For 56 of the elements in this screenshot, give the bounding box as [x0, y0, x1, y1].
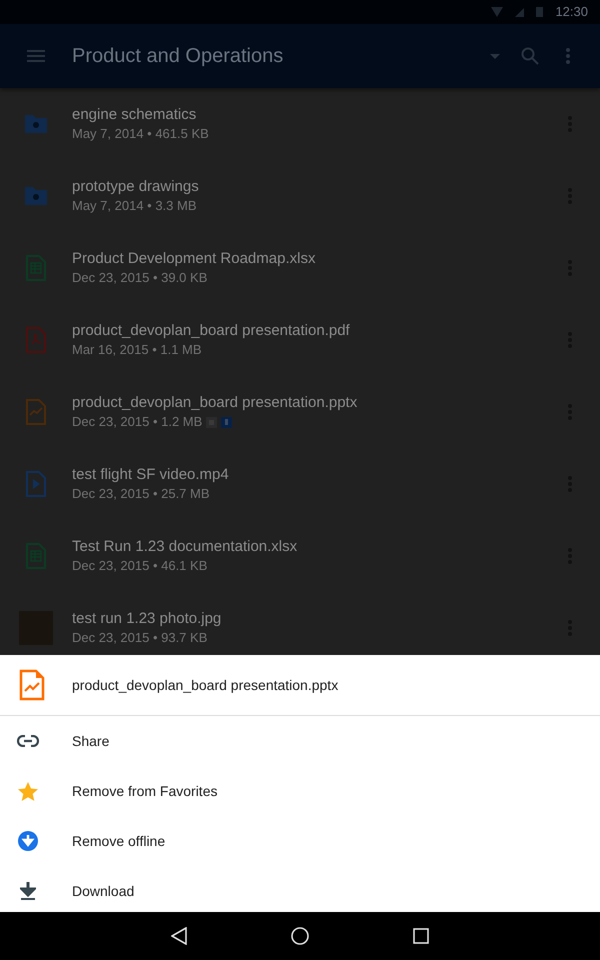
battery-icon [536, 7, 544, 17]
spreadsheet-icon [25, 543, 47, 569]
download-icon [20, 882, 36, 900]
file-name: prototype drawings [72, 177, 200, 197]
file-name: test run 1.23 photo.jpg [72, 609, 222, 629]
file-name: Test Run 1.23 documentation.xlsx [72, 537, 298, 557]
sheet-action[interactable]: Remove offline [0, 816, 600, 866]
signal-icon [515, 8, 524, 16]
back-icon [171, 927, 187, 945]
folder-icon [23, 113, 49, 135]
file-details: May 7, 2014 • 3.3 MB [72, 197, 197, 215]
file-name: product_devoplan_board presentation.pptx [72, 393, 358, 413]
chart-document-icon [25, 399, 47, 425]
video-icon [25, 471, 47, 497]
search-icon [521, 47, 539, 65]
home-button[interactable] [291, 927, 309, 945]
file-details: Dec 23, 2015 • 39.0 KB [72, 269, 208, 287]
recents-button[interactable] [413, 928, 429, 944]
sheet-action[interactable]: Remove from Favorites [0, 766, 600, 816]
file-details: Mar 16, 2015 • 1.1 MB [72, 341, 202, 359]
star-icon [18, 782, 38, 800]
file-row[interactable]: product_devoplan_board presentation.pptx Dec 23, 2015 • 1.2 MB [0, 376, 600, 448]
home-icon [291, 927, 309, 945]
back-button[interactable] [171, 927, 187, 945]
file-row[interactable]: product_devoplan_board presentation.pdf Mar 16, 2015 • 1.1 MB [0, 304, 600, 376]
folder-title: Product and Operations [72, 44, 284, 69]
spreadsheet-icon [25, 255, 47, 281]
file-details: May 7, 2014 • 461.5 KB [72, 125, 209, 143]
file-row[interactable]: prototype drawings May 7, 2014 • 3.3 MB [0, 160, 600, 232]
chart-document-icon [19, 669, 45, 701]
sheet-file-name: product_devoplan_board presentation.pptx [72, 676, 338, 695]
link-icon [17, 735, 39, 747]
file-name: test flight SF video.mp4 [72, 465, 230, 485]
file-details: Dec 23, 2015 • 46.1 KB [72, 557, 208, 575]
file-details: Dec 23, 2015 • 93.7 KB [72, 629, 208, 647]
wifi-icon [491, 7, 504, 17]
file-name: product_devoplan_board presentation.pdf [72, 321, 351, 341]
pdf-icon [25, 327, 47, 353]
file-name: Product Development Roadmap.xlsx [72, 249, 316, 269]
caret-icon [490, 54, 500, 58]
file-row[interactable]: Test Run 1.23 documentation.xlsx Dec 23, 2015 • 46.1 KB [0, 520, 600, 592]
recents-icon [413, 928, 429, 944]
file-details: Dec 23, 2015 • 25.7 MB [72, 485, 210, 503]
file-details: Dec 23, 2015 • 1.2 MB [72, 413, 202, 431]
clock-time: 12:30 [555, 3, 588, 22]
more-icon [566, 48, 570, 64]
file-row[interactable]: engine schematics May 7, 2014 • 461.5 KB [0, 88, 600, 160]
file-row[interactable]: Product Development Roadmap.xlsx Dec 23, 2015 • 39.0 KB [0, 232, 600, 304]
menu-icon [27, 50, 45, 62]
file-row[interactable]: test run 1.23 photo.jpg Dec 23, 2015 • 93.7 KB [0, 592, 600, 655]
sheet-action[interactable]: Download [0, 866, 600, 912]
download-circle-icon [18, 831, 38, 851]
sheet-action[interactable]: Share [0, 716, 600, 766]
file-name: engine schematics [72, 105, 198, 125]
folder-icon [23, 185, 49, 207]
file-row[interactable]: test flight SF video.mp4 Dec 23, 2015 • 25.7 MB [0, 448, 600, 520]
